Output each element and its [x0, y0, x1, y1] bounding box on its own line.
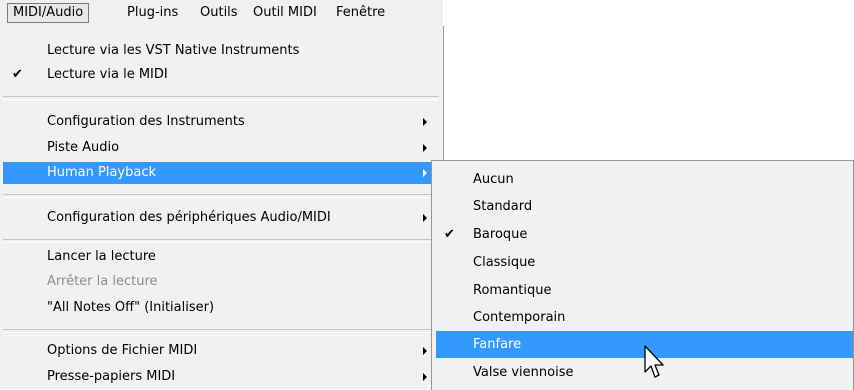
- menu-item-label: Configuration des périphériques Audio/MI…: [47, 210, 331, 225]
- submenu-arrow-icon: [423, 373, 427, 381]
- menu-item-configuration-peripheriques[interactable]: Configuration des périphériques Audio/MI…: [3, 207, 439, 229]
- menu-midi-audio[interactable]: MIDI/Audio: [7, 3, 90, 23]
- menu-item-label: Lecture via les VST Native Instruments: [47, 43, 300, 58]
- submenu-item-baroque[interactable]: ✔ Baroque: [436, 221, 853, 248]
- submenu-arrow-icon: [423, 118, 427, 126]
- menu-item-configuration-instruments[interactable]: Configuration des Instruments: [3, 111, 439, 133]
- menu-item-arreter-lecture: Arrêter la lecture: [3, 271, 439, 293]
- checkmark-icon: ✔: [12, 67, 23, 82]
- menu-item-lecture-midi[interactable]: ✔ Lecture via le MIDI: [3, 64, 439, 86]
- checkmark-icon: ✔: [444, 227, 455, 242]
- submenu-item-label: Classique: [473, 255, 536, 270]
- midi-audio-dropdown: Lecture via les VST Native Instruments ✔…: [0, 26, 444, 389]
- submenu-arrow-icon: [423, 347, 427, 355]
- menu-item-label: Human Playback: [47, 165, 157, 180]
- menu-item-presse-papiers-midi[interactable]: Presse-papiers MIDI: [3, 366, 439, 388]
- submenu-arrow-icon: [423, 214, 427, 222]
- menu-separator: [3, 329, 439, 333]
- menu-plug-ins[interactable]: Plug-ins: [127, 4, 178, 22]
- menu-item-label: "All Notes Off" (Initialiser): [47, 300, 215, 315]
- submenu-item-standard[interactable]: Standard: [436, 193, 853, 220]
- menu-item-label: Options de Fichier MIDI: [47, 343, 198, 358]
- menu-item-label: Configuration des Instruments: [47, 114, 245, 129]
- menu-separator: [3, 194, 439, 198]
- menu-item-human-playback[interactable]: Human Playback: [3, 162, 439, 184]
- menu-item-label: Arrêter la lecture: [47, 274, 158, 289]
- menu-fenetre[interactable]: Fenêtre: [336, 4, 385, 22]
- submenu-item-label: Aucun: [473, 172, 514, 187]
- menu-item-label: Lecture via le MIDI: [47, 67, 168, 82]
- menu-bar: MIDI/Audio Plug-ins Outils Outil MIDI Fe…: [0, 0, 443, 27]
- submenu-arrow-icon: [423, 144, 427, 152]
- submenu-item-classique[interactable]: Classique: [436, 249, 853, 276]
- submenu-item-contemporain[interactable]: Contemporain: [436, 304, 853, 331]
- menu-item-piste-audio[interactable]: Piste Audio: [3, 137, 439, 159]
- menu-separator: [3, 96, 439, 100]
- submenu-item-label: Valse viennoise: [473, 365, 574, 380]
- submenu-item-label: Baroque: [473, 227, 528, 242]
- menu-separator: [3, 239, 439, 243]
- submenu-item-label: Fanfare: [473, 337, 522, 352]
- menu-item-options-fichier-midi[interactable]: Options de Fichier MIDI: [3, 340, 439, 362]
- menu-item-label: Piste Audio: [47, 140, 120, 155]
- menu-outil-midi[interactable]: Outil MIDI: [253, 4, 317, 22]
- submenu-item-label: Romantique: [473, 283, 552, 298]
- menu-item-lecture-vst[interactable]: Lecture via les VST Native Instruments: [3, 40, 439, 62]
- menu-outils[interactable]: Outils: [200, 4, 238, 22]
- submenu-arrow-icon: [423, 169, 427, 177]
- menu-item-all-notes-off[interactable]: "All Notes Off" (Initialiser): [3, 297, 439, 319]
- submenu-item-label: Contemporain: [473, 310, 566, 325]
- menu-item-label: Lancer la lecture: [47, 249, 156, 264]
- submenu-item-label: Standard: [473, 199, 533, 214]
- submenu-item-aucun[interactable]: Aucun: [436, 166, 853, 193]
- submenu-item-romantique[interactable]: Romantique: [436, 277, 853, 304]
- arrow-pointer-icon: [643, 345, 667, 385]
- menu-item-label: Presse-papiers MIDI: [47, 369, 176, 384]
- menu-item-lancer-lecture[interactable]: Lancer la lecture: [3, 246, 439, 268]
